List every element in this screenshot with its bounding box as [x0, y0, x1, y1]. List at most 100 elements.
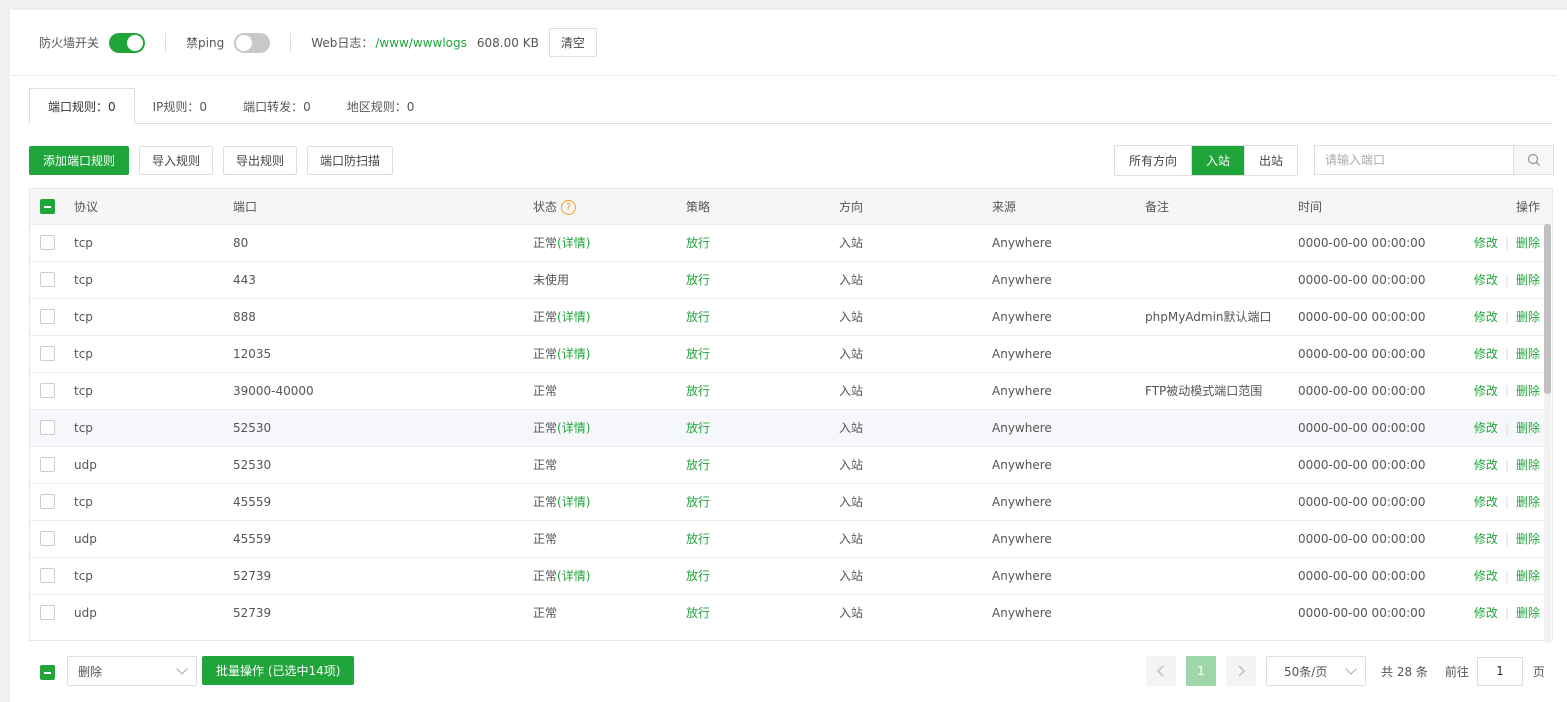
status-detail-link[interactable]: (详情): [557, 569, 590, 583]
table-row: tcp 52739 正常(详情) 放行 入站 Anywhere 0000-00-00 00:…: [30, 557, 1552, 594]
cell-ops: 修改 | 删除: [1448, 446, 1552, 483]
status-text: 正常: [533, 347, 558, 361]
row-checkbox[interactable]: [40, 568, 55, 583]
edit-rule-link[interactable]: 修改: [1474, 458, 1498, 472]
select-all-checkbox[interactable]: [40, 198, 55, 214]
tab-port-rules[interactable]: 端口规则：0: [29, 88, 135, 124]
cell-ops: 修改 | 删除: [1448, 520, 1552, 557]
goto-page-input[interactable]: 1: [1476, 656, 1523, 686]
tab-region-rules[interactable]: 地区规则：0: [329, 88, 433, 124]
header-note: 备注: [1145, 199, 1170, 214]
add-port-rule-button[interactable]: 添加端口规则: [29, 146, 130, 175]
scrollbar-thumb[interactable]: [1544, 224, 1551, 394]
weblog-size: 608.00 KB: [476, 35, 539, 50]
cell-protocol: tcp: [74, 346, 93, 361]
firewall-switch-label: 防火墙开关: [39, 36, 100, 50]
row-checkbox[interactable]: [40, 605, 55, 621]
divider: [290, 32, 292, 53]
delete-rule-link[interactable]: 删除: [1516, 236, 1540, 250]
weblog-path-link[interactable]: /www/wwwlogs: [375, 36, 467, 50]
page-size-select[interactable]: 50条/页: [1266, 656, 1366, 686]
status-text: 正常: [533, 532, 558, 546]
row-checkbox[interactable]: [40, 383, 55, 398]
cell-source: Anywhere: [992, 457, 1052, 472]
next-page-button[interactable]: [1226, 656, 1256, 686]
cell-time: 0000-00-00 00:00:00: [1298, 568, 1426, 583]
help-icon[interactable]: ?: [561, 199, 577, 215]
delete-rule-link[interactable]: 删除: [1516, 458, 1540, 472]
delete-rule-link[interactable]: 删除: [1516, 310, 1540, 324]
search-button[interactable]: [1513, 146, 1553, 174]
import-rules-button[interactable]: 导入规则: [139, 146, 214, 175]
delete-rule-link[interactable]: 删除: [1516, 421, 1540, 435]
delete-rule-link[interactable]: 删除: [1516, 532, 1540, 546]
row-checkbox[interactable]: [40, 235, 55, 250]
export-rules-button[interactable]: 导出规则: [223, 146, 298, 175]
edit-rule-link[interactable]: 修改: [1474, 495, 1498, 509]
delete-rule-link[interactable]: 删除: [1516, 495, 1540, 509]
cell-policy: 放行: [686, 421, 711, 435]
page-number-current[interactable]: 1: [1186, 656, 1216, 686]
port-search-input[interactable]: [1315, 146, 1513, 174]
prev-page-button[interactable]: [1146, 656, 1176, 686]
cell-direction: 入站: [839, 347, 864, 361]
status-detail-link[interactable]: (详情): [557, 421, 590, 435]
cell-note: [1145, 446, 1298, 483]
edit-rule-link[interactable]: 修改: [1474, 347, 1498, 361]
delete-rule-link[interactable]: 删除: [1516, 569, 1540, 583]
row-checkbox[interactable]: [40, 420, 55, 435]
delete-rule-link[interactable]: 删除: [1516, 273, 1540, 287]
cell-time: 0000-00-00 00:00:00: [1298, 531, 1426, 546]
table-scrollbar[interactable]: [1544, 224, 1551, 644]
edit-rule-link[interactable]: 修改: [1474, 310, 1498, 324]
status-detail-link[interactable]: (详情): [557, 236, 590, 250]
edit-rule-link[interactable]: 修改: [1474, 569, 1498, 583]
op-separator: |: [1504, 310, 1509, 324]
delete-rule-link[interactable]: 删除: [1516, 384, 1540, 398]
cell-time: 0000-00-00 00:00:00: [1298, 346, 1426, 361]
status-detail-link[interactable]: (详情): [557, 310, 590, 324]
edit-rule-link[interactable]: 修改: [1474, 236, 1498, 250]
cell-ops: 修改 | 删除: [1448, 224, 1552, 261]
edit-rule-link[interactable]: 修改: [1474, 532, 1498, 546]
cell-direction: 入站: [839, 569, 864, 583]
rule-toolbar: 添加端口规则 导入规则 导出规则 端口防扫描 所有方向 入站 出站: [29, 145, 1554, 176]
port-anti-scan-button[interactable]: 端口防扫描: [307, 146, 394, 175]
header-source: 来源: [992, 199, 1017, 214]
row-checkbox[interactable]: [40, 346, 55, 361]
status-detail-link[interactable]: (详情): [557, 347, 590, 361]
cell-status: 正常(详情): [533, 483, 686, 520]
batch-action-select[interactable]: 删除: [67, 656, 197, 686]
ping-toggle[interactable]: [234, 32, 271, 53]
cell-time: 0000-00-00 00:00:00: [1298, 494, 1426, 509]
edit-rule-link[interactable]: 修改: [1474, 384, 1498, 398]
tab-ip-rules[interactable]: IP规则：0: [135, 88, 225, 124]
row-checkbox[interactable]: [40, 494, 55, 509]
cell-policy: 放行: [686, 236, 711, 250]
direction-inbound[interactable]: 入站: [1192, 146, 1246, 175]
row-checkbox[interactable]: [40, 457, 55, 472]
clear-log-button[interactable]: 清空: [548, 28, 597, 57]
batch-operation-button[interactable]: 批量操作 (已选中14项): [202, 656, 355, 685]
footer-select-all-checkbox[interactable]: [40, 665, 55, 680]
total-count: 共 28 条: [1381, 664, 1428, 679]
status-text: 正常: [533, 569, 558, 583]
row-checkbox[interactable]: [40, 531, 55, 546]
firewall-toggle[interactable]: [109, 32, 146, 53]
cell-ops: 修改 | 删除: [1448, 483, 1552, 520]
delete-rule-link[interactable]: 删除: [1516, 347, 1540, 361]
cell-time: 0000-00-00 00:00:00: [1298, 272, 1426, 287]
page-size-value: 50条/页: [1284, 664, 1328, 679]
row-checkbox[interactable]: [40, 272, 55, 287]
edit-rule-link[interactable]: 修改: [1474, 273, 1498, 287]
edit-rule-link[interactable]: 修改: [1474, 421, 1498, 435]
status-detail-link[interactable]: (详情): [557, 495, 590, 509]
tab-port-forward[interactable]: 端口转发：0: [225, 88, 329, 124]
row-checkbox[interactable]: [40, 309, 55, 324]
edit-rule-link[interactable]: 修改: [1474, 606, 1498, 620]
direction-all[interactable]: 所有方向: [1115, 146, 1193, 175]
delete-rule-link[interactable]: 删除: [1516, 606, 1540, 620]
cell-status: 未使用: [533, 261, 686, 298]
op-separator: |: [1504, 458, 1509, 472]
direction-outbound[interactable]: 出站: [1245, 146, 1297, 175]
